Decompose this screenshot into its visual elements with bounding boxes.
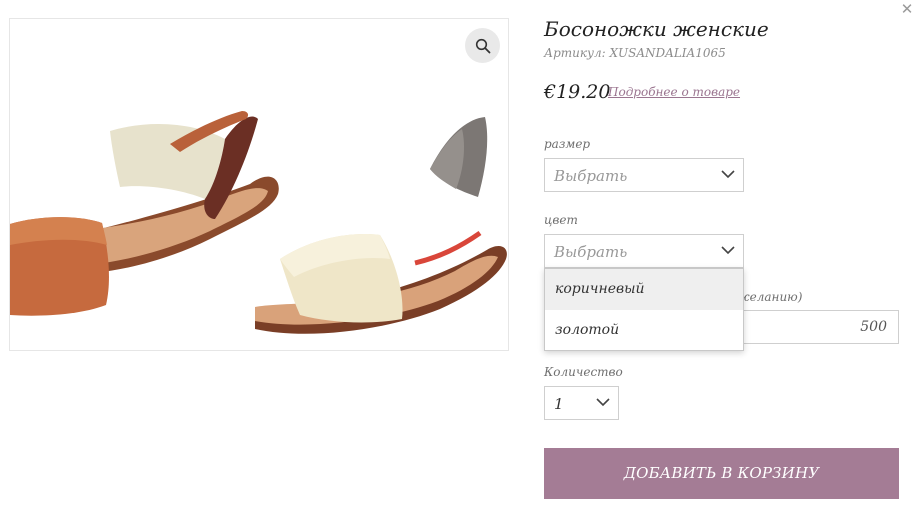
magnifier-icon bbox=[475, 38, 490, 53]
quantity-select[interactable]: 1 bbox=[544, 386, 619, 420]
size-label: размер bbox=[544, 137, 591, 151]
color-label: цвет bbox=[544, 213, 578, 227]
quantity-value: 1 bbox=[554, 395, 564, 413]
size-select-value: Выбрать bbox=[554, 167, 628, 185]
product-sku: Артикул: XUSANDALIA1065 bbox=[544, 46, 726, 60]
amount-value: 500 bbox=[860, 319, 887, 335]
product-details-link[interactable]: Подробнее о товаре bbox=[608, 85, 740, 99]
close-icon[interactable]: ✕ bbox=[899, 1, 915, 17]
quantity-label: Количество bbox=[544, 365, 623, 379]
chevron-down-icon bbox=[596, 398, 610, 407]
color-select-value: Выбрать bbox=[554, 243, 628, 261]
size-select[interactable]: Выбрать bbox=[544, 158, 744, 192]
product-image[interactable] bbox=[9, 18, 509, 351]
color-option-brown[interactable]: коричневый bbox=[545, 269, 743, 310]
color-select[interactable]: Выбрать bbox=[544, 234, 744, 268]
color-dropdown: коричневый золотой bbox=[544, 268, 744, 351]
amount-input[interactable]: 500 bbox=[744, 310, 899, 344]
zoom-button[interactable] bbox=[465, 28, 500, 63]
color-option-gold[interactable]: золотой bbox=[545, 310, 743, 351]
amount-label: желанию) bbox=[736, 290, 803, 304]
sandals-illustration bbox=[10, 111, 507, 334]
chevron-down-icon bbox=[721, 170, 735, 179]
chevron-down-icon bbox=[721, 246, 735, 255]
add-to-cart-button[interactable]: ДОБАВИТЬ В КОРЗИНУ bbox=[544, 448, 899, 499]
product-title: Босоножки женские bbox=[544, 17, 769, 41]
product-price: €19.20 bbox=[544, 81, 611, 103]
